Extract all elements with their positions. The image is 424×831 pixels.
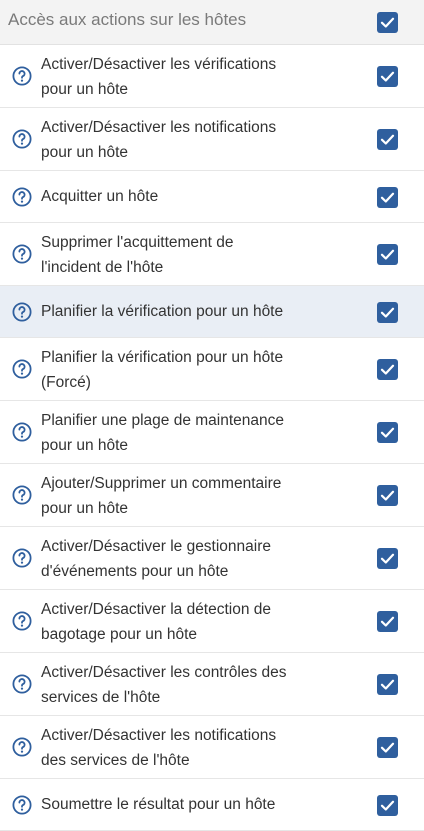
permission-label: Ajouter/Supprimer un commentaire pour un… [41, 471, 341, 521]
permission-label: Planifier une plage de maintenance pour … [41, 408, 341, 458]
question-circle-icon[interactable] [12, 244, 32, 264]
checkmark-icon [380, 742, 395, 753]
permission-label: Soumettre le résultat pour un hôte [41, 792, 341, 817]
permission-row-flap-detection: Activer/Désactiver la détection de bagot… [0, 590, 424, 653]
permission-row-enable-disable-checks: Activer/Désactiver les vérifications pou… [0, 45, 424, 108]
question-circle-icon[interactable] [12, 129, 32, 149]
checkmark-icon [380, 192, 395, 203]
permission-row-schedule-check: Planifier la vérification pour un hôte [0, 286, 424, 338]
permission-checkbox[interactable] [377, 611, 398, 632]
question-circle-icon[interactable] [12, 737, 32, 757]
permission-label-line2: pour un hôte [41, 144, 129, 161]
permission-label-line2: des services de l'hôte [41, 752, 190, 769]
permission-label: Supprimer l'acquittement de l'incident d… [41, 230, 341, 280]
permission-label: Acquitter un hôte [41, 184, 341, 209]
permission-label-line1: Activer/Désactiver le gestionnaire [41, 538, 272, 555]
permission-label: Activer/Désactiver les notifications des… [41, 723, 341, 773]
permission-row-enable-disable-notifications: Activer/Désactiver les notifications pou… [0, 108, 424, 171]
permission-checkbox[interactable] [377, 359, 398, 380]
permission-checkbox[interactable] [377, 674, 398, 695]
permission-label: Planifier la vérification pour un hôte (… [41, 345, 341, 395]
checkmark-icon [380, 679, 395, 690]
question-circle-icon[interactable] [12, 548, 32, 568]
checkmark-icon [380, 134, 395, 145]
permission-row-schedule-downtime: Planifier une plage de maintenance pour … [0, 401, 424, 464]
permission-label: Activer/Désactiver les vérifications pou… [41, 52, 341, 102]
checkmark-icon [380, 427, 395, 438]
permission-label-line1: Ajouter/Supprimer un commentaire [41, 475, 282, 492]
host-actions-access-panel: Accès aux actions sur les hôtes Activer/… [0, 0, 424, 831]
checkmark-icon [380, 616, 395, 627]
question-circle-icon[interactable] [12, 674, 32, 694]
permission-label-line2: services de l'hôte [41, 689, 161, 706]
permission-label-line2: pour un hôte [41, 81, 129, 98]
permission-row-schedule-check-forced: Planifier la vérification pour un hôte (… [0, 338, 424, 401]
permission-checkbox[interactable] [377, 302, 398, 323]
permission-label-line1: Activer/Désactiver les notifications [41, 727, 277, 744]
permission-row-submit-result: Soumettre le résultat pour un hôte [0, 779, 424, 831]
permission-label-line1: Supprimer l'acquittement de [41, 234, 234, 251]
permission-label-line2: l'incident de l'hôte [41, 259, 164, 276]
checkmark-icon [380, 364, 395, 375]
permission-label: Activer/Désactiver la détection de bagot… [41, 597, 341, 647]
checkmark-icon [380, 307, 395, 318]
permission-label: Activer/Désactiver les notifications pou… [41, 115, 341, 165]
checkmark-icon [380, 490, 395, 501]
permission-row-event-handler: Activer/Désactiver le gestionnaire d'évé… [0, 527, 424, 590]
permission-label-line1: Planifier la vérification pour un hôte [41, 349, 284, 366]
checkmark-icon [380, 17, 395, 28]
permission-checkbox[interactable] [377, 244, 398, 265]
permission-checkbox[interactable] [377, 548, 398, 569]
question-circle-icon[interactable] [12, 187, 32, 207]
permission-label-line2: pour un hôte [41, 500, 129, 517]
permission-label-line1: Activer/Désactiver les notifications [41, 119, 277, 136]
permission-label-line1: Planifier une plage de maintenance [41, 412, 285, 429]
permission-checkbox[interactable] [377, 66, 398, 87]
permission-label: Planifier la vérification pour un hôte [41, 299, 341, 324]
question-circle-icon[interactable] [12, 422, 32, 442]
permission-checkbox[interactable] [377, 737, 398, 758]
checkmark-icon [380, 249, 395, 260]
permission-label-line1: Acquitter un hôte [41, 188, 159, 205]
checkmark-icon [380, 800, 395, 811]
permission-row-service-notifications: Activer/Désactiver les notifications des… [0, 716, 424, 779]
permission-checkbox[interactable] [377, 129, 398, 150]
permission-label: Activer/Désactiver le gestionnaire d'évé… [41, 534, 341, 584]
permission-checkbox[interactable] [377, 187, 398, 208]
permission-label-line1: Soumettre le résultat pour un hôte [41, 796, 276, 813]
question-circle-icon[interactable] [12, 611, 32, 631]
section-title: Accès aux actions sur les hôtes [8, 10, 247, 29]
permission-label-line2: pour un hôte [41, 437, 129, 454]
permission-label-line1: Activer/Désactiver les vérifications [41, 56, 277, 73]
question-circle-icon[interactable] [12, 66, 32, 86]
permission-row-service-checks: Activer/Désactiver les contrôles des ser… [0, 653, 424, 716]
permission-label-line1: Activer/Désactiver la détection de [41, 601, 272, 618]
select-all-checkbox[interactable] [377, 12, 398, 33]
question-circle-icon[interactable] [12, 485, 32, 505]
permission-label-line2: bagotage pour un hôte [41, 626, 197, 643]
checkmark-icon [380, 71, 395, 82]
permission-row-add-remove-comment: Ajouter/Supprimer un commentaire pour un… [0, 464, 424, 527]
question-circle-icon[interactable] [12, 795, 32, 815]
question-circle-icon[interactable] [12, 302, 32, 322]
permission-checkbox[interactable] [377, 485, 398, 506]
permission-label: Activer/Désactiver les contrôles des ser… [41, 660, 341, 710]
permission-label-line2: (Forcé) [41, 374, 91, 391]
permission-label-line1: Planifier la vérification pour un hôte [41, 303, 284, 320]
permission-label-line2: d'événements pour un hôte [41, 563, 229, 580]
checkmark-icon [380, 553, 395, 564]
section-header: Accès aux actions sur les hôtes [0, 0, 424, 45]
permission-label-line1: Activer/Désactiver les contrôles des [41, 664, 287, 681]
permission-row-remove-acknowledgement: Supprimer l'acquittement de l'incident d… [0, 223, 424, 286]
permission-checkbox[interactable] [377, 422, 398, 443]
question-circle-icon[interactable] [12, 359, 32, 379]
permission-checkbox[interactable] [377, 795, 398, 816]
permission-row-acknowledge-host: Acquitter un hôte [0, 171, 424, 223]
